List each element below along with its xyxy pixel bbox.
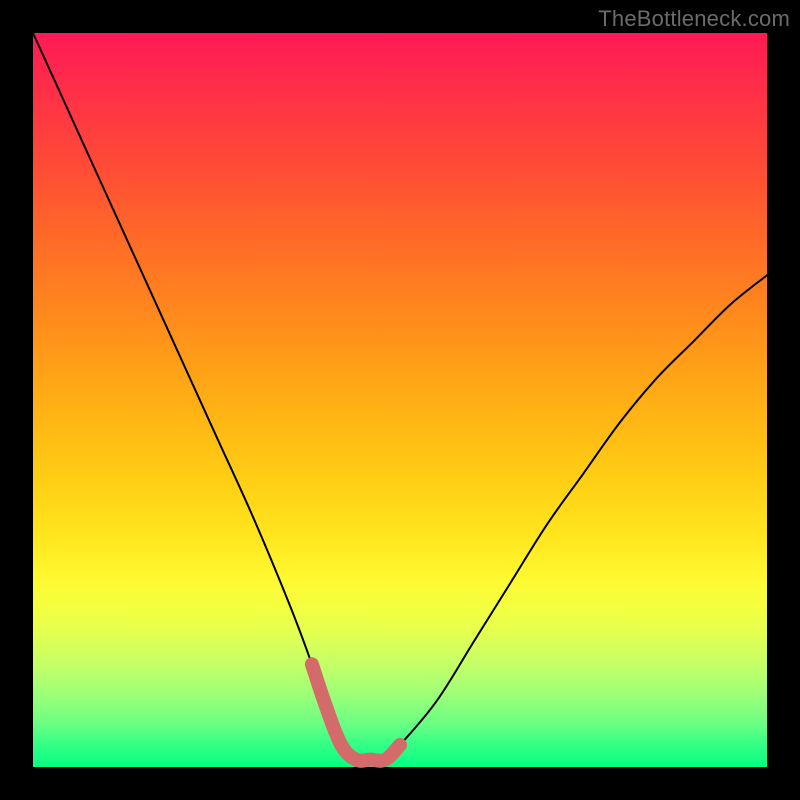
bottleneck-floor-highlight xyxy=(312,664,400,761)
chart-frame: TheBottleneck.com xyxy=(0,0,800,800)
plot-area xyxy=(33,33,767,767)
watermark-text: TheBottleneck.com xyxy=(598,6,790,32)
curve-layer xyxy=(33,33,767,767)
bottleneck-curve xyxy=(33,33,767,761)
